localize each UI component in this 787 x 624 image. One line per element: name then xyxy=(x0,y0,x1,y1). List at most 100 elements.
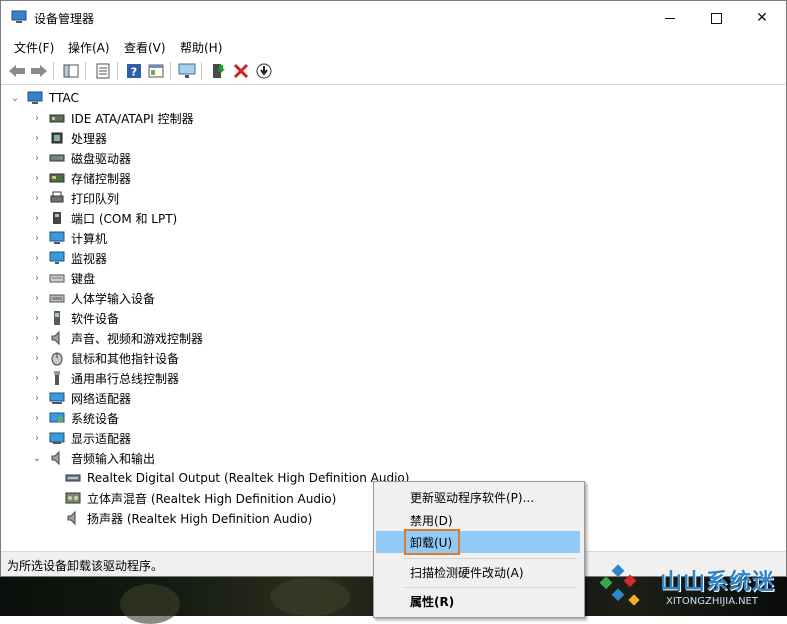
tree-device-stereo-mix[interactable]: 立体声混音 (Realtek High Definition Audio) xyxy=(65,488,336,508)
tree-root[interactable]: ⌄ TTAC xyxy=(9,88,79,108)
expand-chevron-icon[interactable]: › xyxy=(31,168,43,188)
toolbar: ? xyxy=(1,58,786,85)
collapse-chevron-icon[interactable]: ⌄ xyxy=(31,448,43,468)
tree-category-label: 键盘 xyxy=(71,271,96,286)
tree-category-network-adapter[interactable]: › 网络适配器 xyxy=(31,388,131,408)
expand-chevron-icon[interactable]: › xyxy=(31,208,43,228)
ctx-properties[interactable]: 属性(R) xyxy=(376,590,580,612)
tree-category-mouse[interactable]: › 鼠标和其他指针设备 xyxy=(31,348,179,368)
ctx-item-label: 扫描检测硬件改动(A) xyxy=(410,566,524,580)
ctx-separator xyxy=(404,587,576,588)
forward-button[interactable] xyxy=(29,61,49,81)
toolbar-separator xyxy=(117,62,118,80)
tree-category-disk-drive[interactable]: › 磁盘驱动器 xyxy=(31,148,131,168)
expand-chevron-icon[interactable]: › xyxy=(31,388,43,408)
expand-chevron-icon[interactable]: › xyxy=(31,128,43,148)
menu-bar: 文件(F) 操作(A) 查看(V) 帮助(H) xyxy=(1,35,786,57)
ide-controller-icon xyxy=(49,114,65,123)
tree-category-printer[interactable]: › 打印队列 xyxy=(31,188,119,208)
tree-category-audio-io[interactable]: ⌄ 音频输入和输出 xyxy=(31,448,155,468)
device-label: 立体声混音 (Realtek High Definition Audio) xyxy=(87,491,337,506)
menu-help[interactable]: 帮助(H) xyxy=(180,39,222,56)
tree-category-label: IDE ATA/ATAPI 控制器 xyxy=(71,111,194,126)
monitor-icon xyxy=(49,251,65,264)
disk-drive-icon xyxy=(49,154,65,162)
tree-category-storage-controller[interactable]: › 存储控制器 xyxy=(31,168,131,188)
expand-chevron-icon[interactable]: › xyxy=(31,408,43,428)
collapse-chevron-icon[interactable]: ⌄ xyxy=(9,88,21,108)
tree-category-label: 显示适配器 xyxy=(71,431,132,446)
expand-chevron-icon[interactable]: › xyxy=(31,268,43,288)
toolbar-separator xyxy=(53,62,54,80)
tree-category-port[interactable]: › 端口 (COM 和 LPT) xyxy=(31,208,177,228)
printer-icon xyxy=(50,191,64,203)
expand-chevron-icon[interactable]: › xyxy=(31,428,43,448)
properties-button[interactable] xyxy=(93,61,113,81)
ctx-scan-hardware[interactable]: 扫描检测硬件改动(A) xyxy=(376,561,580,583)
audio-io-icon xyxy=(51,450,60,466)
tree-category-label: 打印队列 xyxy=(71,191,120,206)
menu-file[interactable]: 文件(F) xyxy=(14,39,54,56)
context-menu: 更新驱动程序软件(P)... 禁用(D) 卸载(U) 扫描检测硬件改动(A) 属… xyxy=(373,481,585,618)
tree-device-realtek-digital-output[interactable]: Realtek Digital Output (Realtek High Def… xyxy=(65,468,409,488)
help-icon: ? xyxy=(127,64,141,79)
toolbar-separator xyxy=(201,62,202,80)
stereo-mix-icon xyxy=(65,492,81,504)
back-button[interactable] xyxy=(7,61,27,81)
network-adapter-icon xyxy=(49,392,65,404)
expand-chevron-icon[interactable]: › xyxy=(31,248,43,268)
display-adapter-icon xyxy=(49,432,65,444)
title-bar[interactable]: 设备管理器 ✕ xyxy=(1,1,786,35)
expand-chevron-icon[interactable]: › xyxy=(31,188,43,208)
tree-category-processor[interactable]: › 处理器 xyxy=(31,128,107,148)
expand-chevron-icon[interactable]: › xyxy=(31,308,43,328)
expand-chevron-icon[interactable]: › xyxy=(31,368,43,388)
ctx-item-label: 更新驱动程序软件(P)... xyxy=(410,491,535,505)
expand-chevron-icon[interactable]: › xyxy=(31,328,43,348)
watermark-logo: 山山系统迷 XITONGZHIJIA.NET xyxy=(596,562,787,616)
ctx-uninstall[interactable]: 卸载(U) xyxy=(376,529,580,555)
ctx-item-label: 卸载(U) xyxy=(410,536,453,550)
disable-device-button[interactable] xyxy=(254,61,274,81)
tree-category-usb[interactable]: › 通用串行总线控制器 xyxy=(31,368,179,388)
close-button[interactable]: ✕ xyxy=(739,1,785,35)
expand-chevron-icon[interactable]: › xyxy=(31,348,43,368)
usb-icon xyxy=(54,371,60,385)
help-button[interactable]: ? xyxy=(124,61,144,81)
mouse-icon xyxy=(51,352,63,366)
ctx-update-driver[interactable]: 更新驱动程序软件(P)... xyxy=(376,486,580,508)
tree-category-display-adapter[interactable]: › 显示适配器 xyxy=(31,428,131,448)
tree-category-monitor[interactable]: › 监视器 xyxy=(31,248,107,268)
expand-chevron-icon[interactable]: › xyxy=(31,148,43,168)
desktop-blob xyxy=(120,584,180,624)
tree-category-ide-controller[interactable]: › IDE ATA/ATAPI 控制器 xyxy=(31,108,194,128)
view-details-icon xyxy=(148,64,164,78)
minimize-button[interactable] xyxy=(647,1,693,35)
view-details-button[interactable] xyxy=(146,61,166,81)
tree-category-computer[interactable]: › 计算机 xyxy=(31,228,107,248)
scan-hardware-button[interactable] xyxy=(177,61,197,81)
expand-chevron-icon[interactable]: › xyxy=(31,108,43,128)
ctx-disable[interactable]: 禁用(D) xyxy=(376,509,580,531)
tree-category-speaker[interactable]: › 声音、视频和游戏控制器 xyxy=(31,328,203,348)
menu-action[interactable]: 操作(A) xyxy=(68,39,110,56)
tree-category-system-device[interactable]: › 系统设备 xyxy=(31,408,119,428)
maximize-button[interactable] xyxy=(693,1,739,35)
properties-icon xyxy=(96,63,110,79)
tree-device-speakers[interactable]: 扬声器 (Realtek High Definition Audio) xyxy=(65,508,312,528)
computer-icon xyxy=(27,91,43,104)
device-manager-app-icon xyxy=(11,10,27,23)
minimize-icon xyxy=(665,17,675,19)
tree-category-keyboard[interactable]: › 键盘 xyxy=(31,268,95,288)
software-device-icon xyxy=(54,311,60,325)
tree-category-hid[interactable]: › 人体学输入设备 xyxy=(31,288,155,308)
expand-chevron-icon[interactable]: › xyxy=(31,288,43,308)
update-driver-button[interactable] xyxy=(208,61,228,81)
uninstall-device-button[interactable] xyxy=(231,61,251,81)
window-title: 设备管理器 xyxy=(34,12,95,26)
show-hide-tree-button[interactable] xyxy=(61,61,81,81)
expand-chevron-icon[interactable]: › xyxy=(31,228,43,248)
tree-category-label: 鼠标和其他指针设备 xyxy=(71,351,180,366)
menu-view[interactable]: 查看(V) xyxy=(124,39,166,56)
tree-category-software-device[interactable]: › 软件设备 xyxy=(31,308,119,328)
